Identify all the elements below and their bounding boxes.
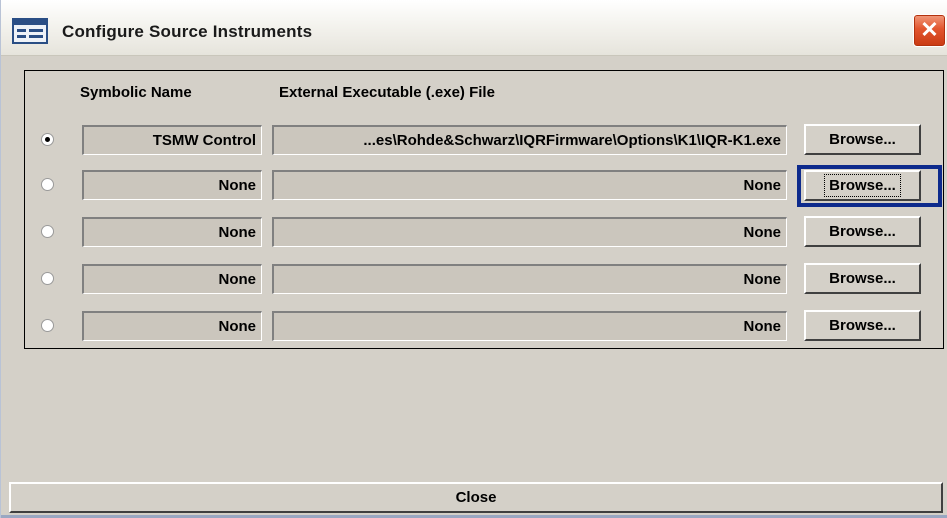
browse-label: Browse... xyxy=(829,131,896,148)
close-icon: ✕ xyxy=(920,17,939,42)
browse-button-5[interactable]: Browse... xyxy=(804,310,921,341)
instrument-radio-5[interactable] xyxy=(41,319,54,332)
exe-path-field-4[interactable]: None xyxy=(272,264,787,294)
instrument-radio-4[interactable] xyxy=(41,272,54,285)
close-button[interactable]: Close xyxy=(9,482,943,513)
browse-button-3[interactable]: Browse... xyxy=(804,216,921,247)
exe-path-field-1[interactable]: ...es\Rohde&Schwarz\IQRFirmware\Options\… xyxy=(272,125,787,155)
instruments-group-box xyxy=(24,70,944,349)
instrument-radio-1[interactable] xyxy=(41,133,54,146)
browse-button-1[interactable]: Browse... xyxy=(804,124,921,155)
title-bar[interactable]: Configure Source Instruments ✕ xyxy=(1,0,947,56)
browse-button-2[interactable]: Browse... xyxy=(804,170,921,201)
exe-path-field-3[interactable]: None xyxy=(272,217,787,247)
exe-path-field-5[interactable]: None xyxy=(272,311,787,341)
symbolic-name-field-5[interactable]: None xyxy=(82,311,262,341)
browse-label: Browse... xyxy=(829,317,896,334)
symbolic-name-field-1[interactable]: TSMW Control xyxy=(82,125,262,155)
close-window-button[interactable]: ✕ xyxy=(913,14,946,47)
app-window-icon xyxy=(12,18,48,44)
symbolic-name-field-3[interactable]: None xyxy=(82,217,262,247)
instrument-radio-2[interactable] xyxy=(41,178,54,191)
browse-label: Browse... xyxy=(829,223,896,240)
window-title: Configure Source Instruments xyxy=(62,22,313,41)
external-exe-header: External Executable (.exe) File xyxy=(279,84,495,101)
radio-selected-dot xyxy=(45,137,50,142)
symbolic-name-field-2[interactable]: None xyxy=(82,170,262,200)
symbolic-name-header: Symbolic Name xyxy=(80,84,192,101)
browse-label: Browse... xyxy=(824,174,901,197)
browse-button-4[interactable]: Browse... xyxy=(804,263,921,294)
instrument-radio-3[interactable] xyxy=(41,225,54,238)
close-button-label: Close xyxy=(455,489,497,506)
exe-path-field-2[interactable]: None xyxy=(272,170,787,200)
symbolic-name-field-4[interactable]: None xyxy=(82,264,262,294)
browse-label: Browse... xyxy=(829,270,896,287)
configure-source-instruments-dialog: Configure Source Instruments ✕ Symbolic … xyxy=(0,0,947,518)
